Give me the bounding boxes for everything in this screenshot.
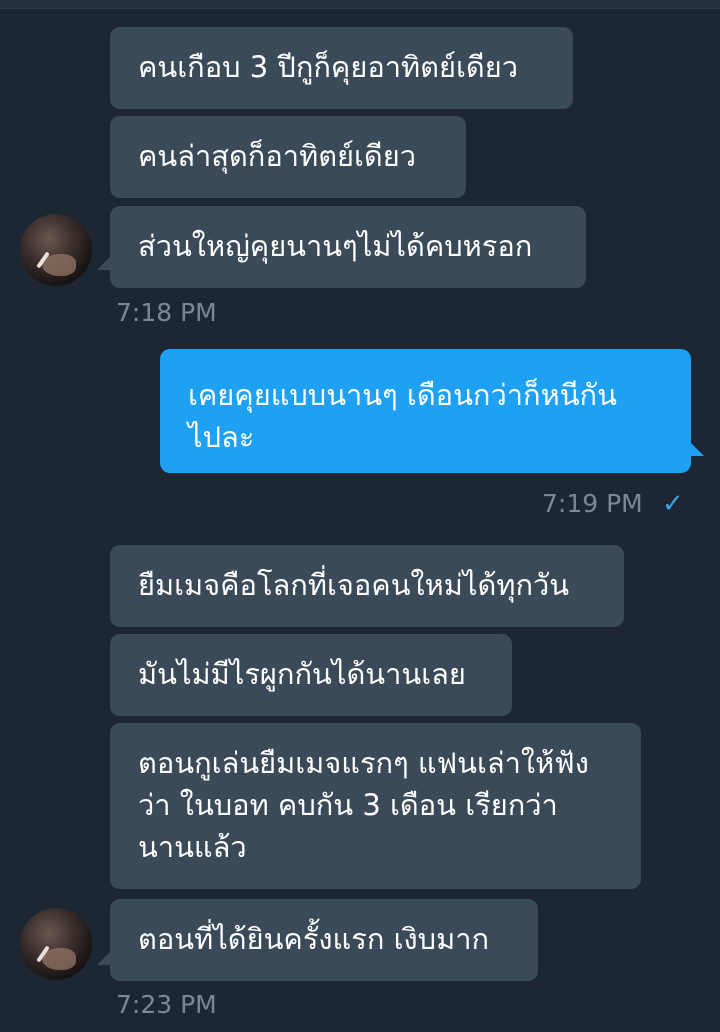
incoming-message[interactable]: ยืมเมจคือโลกที่เจอคนใหม่ได้ทุกวัน: [110, 545, 624, 627]
incoming-message[interactable]: ส่วนใหญ่คุยนานๆไม่ได้คบหรอก: [110, 206, 586, 288]
incoming-message[interactable]: คนล่าสุดก็อาทิตย์เดียว: [110, 116, 466, 198]
contact-avatar[interactable]: [20, 908, 92, 980]
bubble-tail: [97, 256, 111, 270]
message-timestamp: 7:19 PM: [542, 489, 643, 518]
check-icon: ✓: [662, 489, 684, 519]
contact-avatar[interactable]: [20, 214, 92, 286]
message-timestamp: 7:18 PM: [116, 298, 217, 327]
message-timestamp: 7:23 PM: [116, 990, 217, 1019]
bubble-tail: [97, 951, 111, 965]
incoming-message[interactable]: มันไม่มีไรผูกกันได้นานเลย: [110, 634, 512, 716]
outgoing-message[interactable]: เคยคุยแบบนานๆ เดือนกว่าก็หนีกัน ไปละ: [160, 349, 691, 473]
incoming-message[interactable]: ตอนที่ได้ยินครั้งแรก เงิบมาก: [110, 899, 538, 981]
bubble-tail: [690, 442, 704, 456]
incoming-message[interactable]: คนเกือบ 3 ปีกูก็คุยอาทิตย์เดียว: [110, 27, 573, 109]
chat-window: คนเกือบ 3 ปีกูก็คุยอาทิตย์เดียว คนล่าสุด…: [0, 0, 720, 1032]
top-divider: [0, 0, 720, 9]
incoming-message[interactable]: ตอนกูเล่นยืมเมจแรกๆ แฟนเล่าให้ฟังว่า ในบ…: [110, 723, 641, 889]
